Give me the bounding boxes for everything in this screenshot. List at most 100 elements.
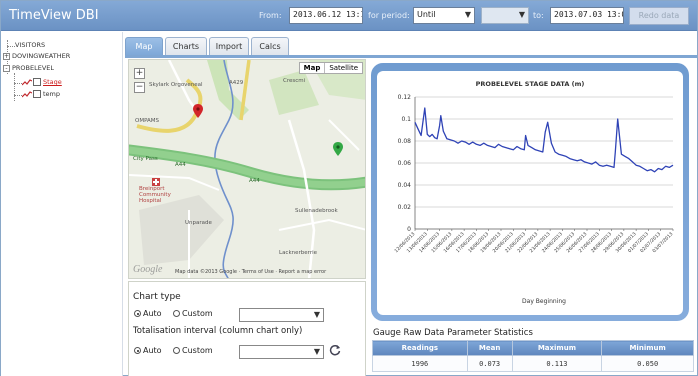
map-type-map-button[interactable]: Map xyxy=(300,63,326,73)
chevron-down-icon: ▼ xyxy=(518,10,525,19)
collapse-icon[interactable]: - xyxy=(3,64,10,72)
chart-type-label: Chart type xyxy=(133,292,181,302)
period-label: for period: xyxy=(368,11,410,20)
period-select[interactable]: Until ▼ xyxy=(413,7,475,24)
app-title: TimeView DBI xyxy=(9,8,99,23)
stats-header-maximum: Maximum xyxy=(511,340,603,356)
chart-title: PROBELEVEL STAGE DATA (m) xyxy=(476,80,585,88)
chart-area: PROBELEVEL STAGE DATA (m) 0 0.02 0.04 0.06 0.… xyxy=(377,71,683,315)
chart-type-select[interactable]: ▼ xyxy=(239,308,324,322)
x-axis-label: Day Beginning xyxy=(522,298,566,305)
tab-map[interactable]: Map xyxy=(125,37,163,55)
line-chart-icon xyxy=(22,90,32,97)
stats-minimum-value: 0.050 xyxy=(601,355,694,372)
tree-item-label: PROBELEVEL xyxy=(12,64,55,72)
tab-calcs[interactable]: Calcs xyxy=(251,37,289,55)
map-canvas xyxy=(129,60,365,278)
chart-panel: PROBELEVEL STAGE DATA (m) 0 0.02 0.04 0.06 0.… xyxy=(371,63,689,321)
timeview-app: TimeView DBI From: 2013.06.12 13:16 for … xyxy=(0,0,698,376)
stage-line-chart: PROBELEVEL STAGE DATA (m) 0 0.02 0.04 0.06 0.… xyxy=(393,80,674,305)
line-chart-icon xyxy=(22,78,32,85)
stats-mean-value: 0.073 xyxy=(466,355,513,372)
map-label: Crescmi xyxy=(283,78,306,84)
radio-label: Auto xyxy=(143,346,162,355)
chart-type-custom-option[interactable]: Custom xyxy=(173,309,213,318)
map-label: OMPAMS xyxy=(135,118,160,124)
map-attribution[interactable]: Map data ©2013 Google · Terms of Use · R… xyxy=(175,269,326,275)
map-type-toggle: Map Satellite xyxy=(298,62,363,74)
radio-label: Custom xyxy=(182,309,213,318)
tree-item-label: temp xyxy=(43,90,61,98)
station-marker-green-icon[interactable] xyxy=(333,142,343,156)
refresh-icon[interactable] xyxy=(328,344,342,358)
y-tick-label: 0 xyxy=(407,226,411,233)
google-logo: Google xyxy=(133,264,163,275)
to-date-field[interactable]: 2013.07.03 13:00 xyxy=(550,7,624,24)
map-label: City Pass xyxy=(133,156,158,162)
chevron-down-icon: ▼ xyxy=(313,310,320,319)
totalisation-interval-label: Totalisation interval (column chart only… xyxy=(133,326,303,336)
stats-maximum-value: 0.113 xyxy=(511,355,603,372)
from-label: From: xyxy=(259,11,282,20)
y-tick-label: 0.04 xyxy=(398,182,412,189)
stage-checkbox[interactable] xyxy=(33,78,41,86)
map-label: Unparade xyxy=(185,220,212,226)
map-label: Lacknerberrie xyxy=(279,250,317,256)
location-map[interactable]: Skylark Orgoveneal OMPAMS City Pass A44 … xyxy=(128,59,366,279)
stats-header-minimum: Minimum xyxy=(601,340,694,356)
map-type-satellite-button[interactable]: Satellite xyxy=(325,63,362,73)
redo-data-button[interactable]: Redo data xyxy=(629,7,689,25)
temp-checkbox[interactable] xyxy=(33,90,41,98)
tree-item-stage[interactable]: Stage xyxy=(22,78,62,86)
map-label: A44 xyxy=(249,178,260,184)
radio-label: Custom xyxy=(182,346,213,355)
map-label: Skylark Orgoveneal xyxy=(149,82,203,88)
table-row: 1996 0.073 0.113 0.050 xyxy=(372,355,694,372)
hospital-icon xyxy=(152,178,160,186)
radio-label: Auto xyxy=(143,309,162,318)
tree-item-label: VISITORS xyxy=(15,41,46,49)
expand-icon[interactable]: + xyxy=(3,52,10,60)
totalisation-custom-radio[interactable] xyxy=(173,347,180,354)
station-marker-red-icon[interactable] xyxy=(193,104,203,118)
map-label: A429 xyxy=(229,80,244,86)
totalisation-auto-option[interactable]: Auto xyxy=(134,346,162,355)
zoom-in-button[interactable]: + xyxy=(134,68,145,79)
stats-title: Gauge Raw Data Parameter Statistics xyxy=(373,328,533,338)
chart-options-form: Chart type Auto Custom ▼ Totalisation in… xyxy=(128,281,366,376)
totalisation-auto-radio[interactable] xyxy=(134,347,141,354)
from-date-field[interactable]: 2013.06.12 13:16 xyxy=(289,7,363,24)
tree-item-probelevel[interactable]: - PROBELEVEL xyxy=(3,64,54,72)
totalisation-custom-option[interactable]: Custom xyxy=(173,346,213,355)
totalisation-select[interactable]: ▼ xyxy=(239,345,324,359)
stats-table: Readings Mean Maximum Minimum 1996 0.073… xyxy=(372,340,694,372)
app-header: TimeView DBI From: 2013.06.12 13:16 for … xyxy=(1,1,697,31)
tab-charts[interactable]: Charts xyxy=(165,37,207,55)
chart-type-auto-radio[interactable] xyxy=(134,310,141,317)
chart-type-custom-radio[interactable] xyxy=(173,310,180,317)
chevron-down-icon: ▼ xyxy=(313,347,320,356)
map-label: Breinport Community Hospital xyxy=(139,186,171,204)
y-tick-label: 0.12 xyxy=(398,94,412,101)
stats-header-mean: Mean xyxy=(466,340,513,356)
chart-type-auto-option[interactable]: Auto xyxy=(134,309,162,318)
station-tree: VISITORS + DOVINGWEATHER - PROBELEVEL Stag… xyxy=(1,32,123,376)
stats-readings-value: 1996 xyxy=(372,355,468,372)
tree-item-label: Stage xyxy=(43,78,62,86)
y-tick-label: 0.08 xyxy=(398,138,412,145)
tree-item-label: DOVINGWEATHER xyxy=(12,52,71,60)
stats-header-readings: Readings xyxy=(372,340,468,356)
tree-item-dovingweather[interactable]: + DOVINGWEATHER xyxy=(3,52,70,60)
tab-import[interactable]: Import xyxy=(209,37,249,55)
map-label: Sullenadebrook xyxy=(295,208,338,214)
zoom-out-button[interactable]: − xyxy=(134,82,145,93)
y-tick-label: 0.02 xyxy=(398,204,412,211)
tab-underline xyxy=(125,55,697,58)
y-tick-label: 0.06 xyxy=(398,160,412,167)
map-label: A44 xyxy=(175,162,186,168)
period-extra-select[interactable]: ▼ xyxy=(481,7,529,24)
tree-item-temp[interactable]: temp xyxy=(22,90,60,98)
y-tick-label: 0.1 xyxy=(401,116,411,123)
tree-item-visitors[interactable]: VISITORS xyxy=(15,41,45,49)
series-line xyxy=(414,107,674,173)
